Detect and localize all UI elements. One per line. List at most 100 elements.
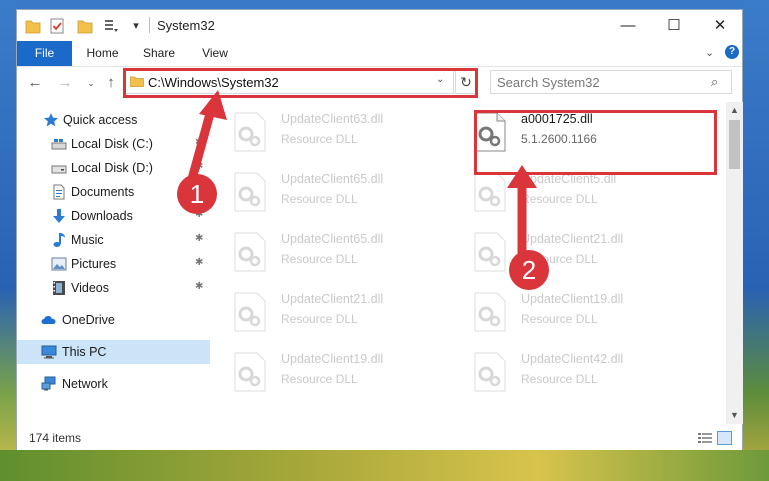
file-name: UpdateClient42.dll: [521, 352, 624, 366]
sidebar-item-label: OneDrive: [62, 313, 115, 327]
quick-access-dropdown-icon[interactable]: ▾: [130, 17, 142, 35]
title-bar: ▾ System32 — ☐ ✕: [17, 10, 742, 41]
sidebar-item-downloads[interactable]: Downloads ✱: [17, 204, 210, 228]
folder-icon[interactable]: [25, 17, 41, 35]
tab-share[interactable]: Share: [134, 41, 184, 66]
file-name: UpdateClient65.dll: [281, 172, 384, 186]
file-item[interactable]: UpdateClient65.dll Resource DLL: [213, 226, 438, 276]
star-icon: [44, 113, 58, 127]
drive-icon: [51, 139, 67, 150]
file-name: UpdateClient65.dll: [281, 232, 384, 246]
scroll-down-icon[interactable]: ▼: [726, 407, 743, 424]
explorer-window: ▾ System32 — ☐ ✕ File Home Share View ⌄ …: [16, 9, 743, 450]
sidebar-item-label: Pictures: [71, 257, 117, 271]
sidebar-item-label: Music: [71, 233, 104, 247]
file-name: UpdateClient21.dll: [281, 292, 384, 306]
file-name: UpdateClient19.dll: [521, 292, 624, 306]
expand-ribbon-icon[interactable]: ⌄: [705, 46, 714, 59]
tab-file[interactable]: File: [17, 41, 72, 66]
network-icon: [41, 376, 56, 391]
tab-view[interactable]: View: [192, 41, 238, 66]
file-description: Resource DLL: [281, 312, 358, 326]
status-bar: 174 items: [17, 426, 742, 450]
documents-icon: [53, 184, 65, 200]
sidebar-item-label: Documents: [71, 185, 135, 199]
details-view-icon[interactable]: [698, 432, 712, 444]
file-item[interactable]: UpdateClient42.dll Resource DLL: [453, 346, 678, 396]
step-1-badge: 1: [177, 174, 217, 214]
drive-icon: [51, 165, 67, 174]
up-button[interactable]: ↑: [101, 73, 121, 93]
scroll-up-icon[interactable]: ▲: [726, 102, 743, 119]
window-title: System32: [157, 18, 215, 33]
download-icon: [53, 209, 65, 223]
search-icon[interactable]: ⌕: [711, 74, 718, 90]
desktop-background-left: [0, 0, 16, 481]
title-separator: [149, 17, 150, 33]
file-item[interactable]: UpdateClient21.dll Resource DLL: [213, 286, 438, 336]
dll-file-icon: [474, 352, 506, 392]
file-item[interactable]: UpdateClient63.dll Resource DLL: [213, 106, 438, 156]
dll-file-icon: [234, 172, 266, 212]
dll-file-icon: [234, 232, 266, 272]
sidebar-item-label: Local Disk (C:): [71, 137, 153, 151]
desktop-background-bottom: [0, 450, 769, 481]
desktop-background-right: [743, 0, 769, 481]
dll-file-icon: [234, 292, 266, 332]
file-description: Resource DLL: [281, 132, 358, 146]
file-description: Resource DLL: [521, 372, 598, 386]
vertical-scrollbar[interactable]: ▲ ▼: [726, 102, 743, 424]
new-folder-icon[interactable]: [77, 17, 93, 35]
pin-icon[interactable]: ✱: [195, 233, 203, 244]
minimize-button[interactable]: —: [605, 10, 651, 41]
dll-file-icon: [234, 352, 266, 392]
step-2-badge: 2: [509, 250, 549, 290]
file-description: Resource DLL: [281, 372, 358, 386]
sidebar-item-pictures[interactable]: Pictures ✱: [17, 252, 210, 276]
pc-icon: [41, 345, 57, 359]
sidebar-item-music[interactable]: Music ✱: [17, 228, 210, 252]
sidebar-item-label: Quick access: [63, 113, 138, 127]
sidebar-item-onedrive[interactable]: OneDrive: [17, 308, 210, 332]
sidebar-item-label: Local Disk (D:): [71, 161, 153, 175]
properties-check-icon[interactable]: [50, 17, 64, 35]
file-item[interactable]: UpdateClient19.dll Resource DLL: [453, 286, 678, 336]
arrow-2-icon: [507, 165, 537, 260]
videos-icon: [53, 281, 65, 295]
close-button[interactable]: ✕: [697, 10, 743, 41]
sidebar-item-videos[interactable]: Videos ✱: [17, 276, 210, 300]
dll-file-icon: [474, 292, 506, 332]
sidebar-item-label: Downloads: [71, 209, 133, 223]
dll-file-icon: [234, 112, 266, 152]
file-description: Resource DLL: [281, 192, 358, 206]
file-description: Resource DLL: [521, 312, 598, 326]
customize-toolbar-icon[interactable]: [104, 17, 118, 35]
file-name: UpdateClient63.dll: [281, 112, 384, 126]
back-button[interactable]: ←: [25, 73, 45, 93]
sidebar-item-label: This PC: [62, 345, 107, 359]
cloud-icon: [41, 316, 56, 324]
pin-icon[interactable]: ✱: [195, 281, 203, 292]
maximize-button[interactable]: ☐: [651, 10, 697, 41]
search-box[interactable]: ⌕: [490, 70, 732, 94]
sidebar-item-label: Videos: [71, 281, 109, 295]
scrollbar-thumb[interactable]: [729, 120, 740, 169]
recent-locations-icon[interactable]: ⌄: [81, 73, 101, 93]
file-description: Resource DLL: [281, 252, 358, 266]
music-icon: [53, 233, 65, 247]
ribbon-tabs: File Home Share View ⌄ ?: [17, 41, 742, 67]
forward-button[interactable]: →: [55, 73, 75, 93]
tab-home[interactable]: Home: [75, 41, 130, 66]
large-icons-view-icon[interactable]: [717, 431, 732, 445]
help-icon[interactable]: ?: [725, 45, 739, 59]
file-item[interactable]: UpdateClient21.dll Resource DLL: [453, 226, 678, 276]
search-input[interactable]: [497, 74, 702, 90]
file-item[interactable]: UpdateClient65.dll Resource DLL: [213, 166, 438, 216]
sidebar-item-network[interactable]: Network: [17, 372, 210, 396]
file-name: UpdateClient19.dll: [281, 352, 384, 366]
sidebar-item-label: Network: [62, 377, 108, 391]
pin-icon[interactable]: ✱: [195, 257, 203, 268]
pictures-icon: [51, 257, 67, 271]
sidebar-item-this-pc[interactable]: This PC: [17, 340, 210, 364]
file-item[interactable]: UpdateClient19.dll Resource DLL: [213, 346, 438, 396]
